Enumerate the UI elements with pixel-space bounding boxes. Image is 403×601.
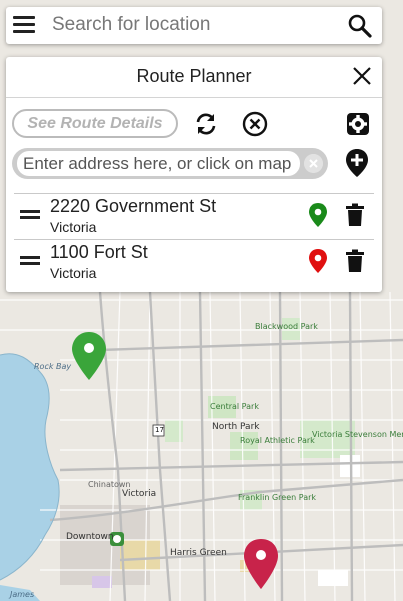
address-input[interactable] xyxy=(17,151,300,176)
panel-divider xyxy=(6,97,382,98)
panel-title: Route Planner xyxy=(136,66,252,86)
stop-address: 1100 Fort St xyxy=(50,242,148,262)
stop-city: Victoria xyxy=(50,265,97,281)
clear-input-icon[interactable] xyxy=(304,154,323,173)
route-stop-1[interactable]: 2220 Government St Victoria xyxy=(14,194,374,238)
drag-handle-icon[interactable] xyxy=(20,210,40,220)
start-pin-icon xyxy=(309,203,327,227)
see-route-details-button[interactable]: See Route Details xyxy=(12,109,178,138)
map-label-royal-athletic-park: Royal Athletic Park xyxy=(240,436,315,445)
settings-gear-icon[interactable] xyxy=(344,110,372,138)
close-icon[interactable] xyxy=(352,66,372,86)
route-stop-2[interactable]: 1100 Fort St Victoria xyxy=(14,240,374,284)
add-location-icon[interactable] xyxy=(344,148,370,178)
stop-address: 2220 Government St xyxy=(50,196,217,216)
search-icon[interactable] xyxy=(347,13,373,39)
map-label-victoria: Victoria xyxy=(122,489,157,499)
map-label-central-park: Central Park xyxy=(210,402,259,411)
route-planner-panel: Route Planner See Route Details Enter ad… xyxy=(6,57,382,292)
delete-stop-icon[interactable] xyxy=(345,249,365,273)
map-label-harris-green: Harris Green xyxy=(170,548,227,558)
drag-handle-icon[interactable] xyxy=(20,256,40,266)
highway-17-label: 17 xyxy=(155,426,164,434)
menu-icon[interactable] xyxy=(13,16,35,34)
delete-stop-icon[interactable] xyxy=(345,203,365,227)
map-label-chinatown: Chinatown xyxy=(88,480,131,489)
clear-route-icon[interactable] xyxy=(241,110,269,138)
map-label-north-park: North Park xyxy=(212,422,260,432)
map-label-stevenson-park: Victoria Stevenson Memorial Park xyxy=(312,430,403,439)
map-label-blackwood-park: Blackwood Park xyxy=(255,322,318,331)
stop-city: Victoria xyxy=(50,219,97,235)
map-label-downtown: Downtown xyxy=(66,532,114,542)
address-input-wrapper xyxy=(12,148,328,179)
refresh-icon[interactable] xyxy=(192,110,220,138)
search-bar xyxy=(6,7,382,44)
map-label-rock-bay: Rock Bay xyxy=(34,362,72,371)
map-label-franklin-green: Franklin Green Park xyxy=(238,493,317,502)
search-input[interactable] xyxy=(52,12,342,38)
end-pin-icon xyxy=(309,249,327,273)
map-label-james: James xyxy=(10,590,35,599)
